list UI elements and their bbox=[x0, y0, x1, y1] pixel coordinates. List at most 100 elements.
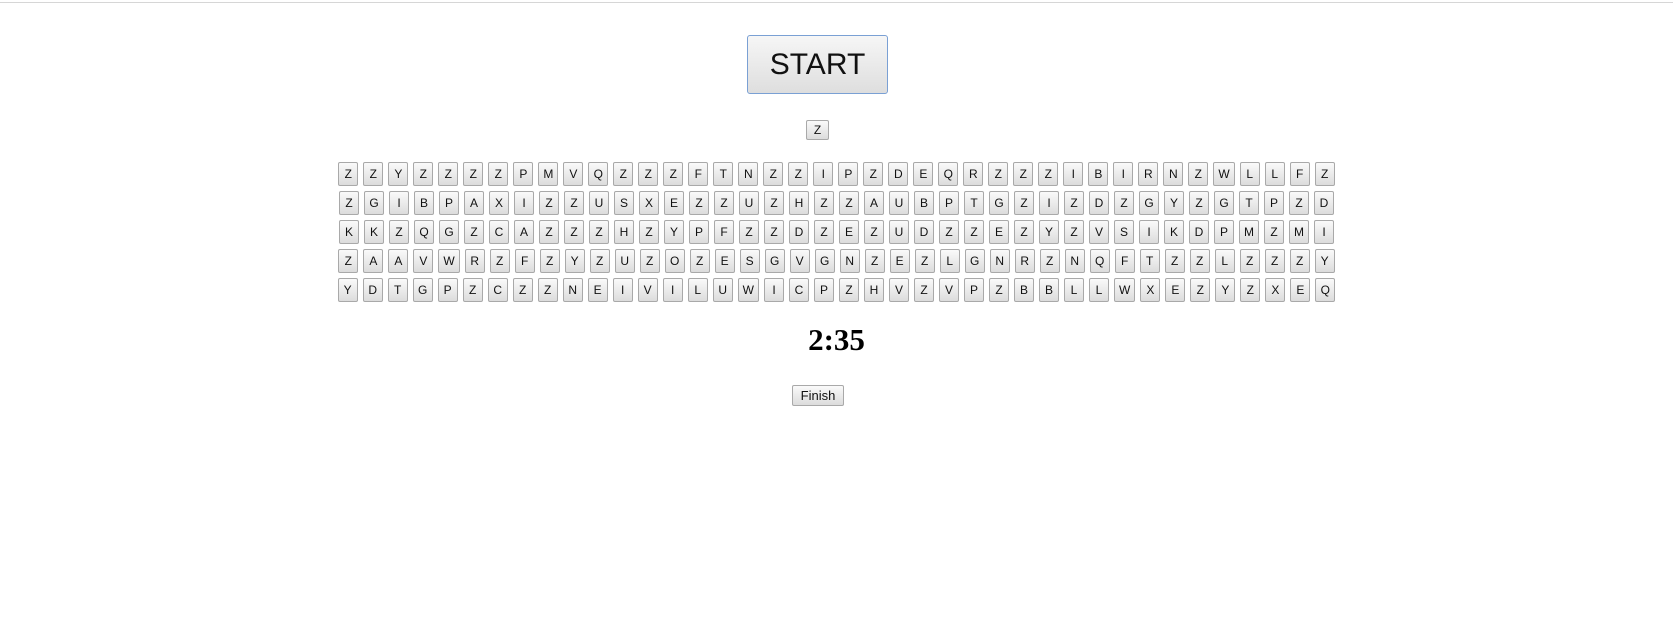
letter-key[interactable]: Z bbox=[1064, 191, 1084, 215]
letter-key[interactable]: L bbox=[1239, 162, 1260, 186]
letter-key[interactable]: P bbox=[964, 278, 984, 302]
letter-key[interactable]: W bbox=[1213, 162, 1235, 186]
letter-key[interactable]: I bbox=[1314, 220, 1334, 244]
letter-key[interactable]: F bbox=[514, 249, 535, 273]
letter-key[interactable]: E bbox=[989, 220, 1009, 244]
target-letter-button[interactable]: Z bbox=[806, 120, 829, 140]
letter-key[interactable]: N bbox=[562, 278, 583, 302]
letter-key[interactable]: Z bbox=[363, 162, 384, 186]
letter-key[interactable]: Z bbox=[438, 162, 459, 186]
letter-key[interactable]: Y bbox=[1164, 191, 1184, 215]
letter-key[interactable]: Z bbox=[413, 162, 434, 186]
letter-key[interactable]: G bbox=[412, 278, 433, 302]
letter-key[interactable]: Y bbox=[388, 162, 409, 186]
letter-key[interactable]: U bbox=[889, 191, 909, 215]
letter-key[interactable]: Z bbox=[488, 162, 509, 186]
letter-key[interactable]: C bbox=[489, 220, 509, 244]
letter-key[interactable]: Z bbox=[1013, 162, 1034, 186]
letter-key[interactable]: B bbox=[1039, 278, 1059, 302]
letter-key[interactable]: D bbox=[914, 220, 934, 244]
letter-key[interactable]: U bbox=[739, 191, 759, 215]
letter-key[interactable]: Z bbox=[339, 191, 359, 215]
letter-key[interactable]: K bbox=[339, 220, 359, 244]
letter-key[interactable]: A bbox=[363, 249, 384, 273]
letter-key[interactable]: E bbox=[664, 191, 684, 215]
letter-key[interactable]: V bbox=[889, 278, 909, 302]
letter-key[interactable]: E bbox=[714, 249, 735, 273]
letter-key[interactable]: Z bbox=[1289, 249, 1310, 273]
letter-key[interactable]: Q bbox=[414, 220, 434, 244]
letter-key[interactable]: V bbox=[1089, 220, 1109, 244]
letter-key[interactable]: Z bbox=[1014, 191, 1034, 215]
letter-key[interactable]: T bbox=[964, 191, 984, 215]
letter-key[interactable]: Z bbox=[338, 162, 359, 186]
letter-key[interactable]: I bbox=[764, 278, 784, 302]
letter-key[interactable]: Y bbox=[664, 220, 684, 244]
letter-key[interactable]: V bbox=[637, 278, 658, 302]
letter-key[interactable]: H bbox=[864, 278, 884, 302]
letter-key[interactable]: A bbox=[864, 191, 884, 215]
letter-key[interactable]: Z bbox=[1190, 278, 1211, 302]
letter-key[interactable]: I bbox=[1063, 162, 1084, 186]
letter-key[interactable]: D bbox=[1314, 191, 1334, 215]
letter-key[interactable]: Y bbox=[337, 278, 358, 302]
letter-key[interactable]: N bbox=[738, 162, 759, 186]
letter-key[interactable]: W bbox=[1114, 278, 1136, 302]
letter-key[interactable]: P bbox=[814, 278, 834, 302]
letter-key[interactable]: Z bbox=[714, 191, 734, 215]
letter-key[interactable]: I bbox=[612, 278, 633, 302]
letter-key[interactable]: T bbox=[387, 278, 408, 302]
letter-key[interactable]: N bbox=[1163, 162, 1184, 186]
letter-key[interactable]: A bbox=[464, 191, 484, 215]
letter-key[interactable]: Z bbox=[539, 191, 559, 215]
letter-key[interactable]: Z bbox=[689, 249, 710, 273]
letter-key[interactable]: F bbox=[1289, 162, 1310, 186]
letter-key[interactable]: M bbox=[1239, 220, 1259, 244]
letter-key[interactable]: Z bbox=[1264, 220, 1284, 244]
letter-key[interactable]: Z bbox=[638, 162, 659, 186]
letter-key[interactable]: Z bbox=[1039, 249, 1060, 273]
letter-key[interactable]: P bbox=[437, 278, 458, 302]
letter-key[interactable]: L bbox=[1264, 162, 1285, 186]
letter-key[interactable]: D bbox=[1189, 220, 1209, 244]
letter-key[interactable]: L bbox=[939, 249, 960, 273]
letter-key[interactable]: Y bbox=[1215, 278, 1236, 302]
letter-key[interactable]: Z bbox=[539, 220, 559, 244]
letter-key[interactable]: Z bbox=[739, 220, 759, 244]
letter-key[interactable]: G bbox=[364, 191, 384, 215]
letter-key[interactable]: Y bbox=[1039, 220, 1059, 244]
letter-key[interactable]: D bbox=[789, 220, 809, 244]
letter-key[interactable]: F bbox=[714, 220, 734, 244]
letter-key[interactable]: Z bbox=[489, 249, 510, 273]
letter-key[interactable]: V bbox=[563, 162, 584, 186]
letter-key[interactable]: Z bbox=[613, 162, 634, 186]
letter-key[interactable]: M bbox=[1289, 220, 1309, 244]
letter-key[interactable]: Z bbox=[839, 278, 859, 302]
letter-key[interactable]: W bbox=[737, 278, 759, 302]
letter-key[interactable]: Z bbox=[1188, 162, 1209, 186]
letter-key[interactable]: Z bbox=[639, 249, 660, 273]
letter-key[interactable]: M bbox=[538, 162, 559, 186]
letter-key[interactable]: Z bbox=[764, 191, 784, 215]
letter-key[interactable]: E bbox=[839, 220, 859, 244]
letter-key[interactable]: Z bbox=[839, 191, 859, 215]
letter-key[interactable]: C bbox=[789, 278, 809, 302]
letter-key[interactable]: K bbox=[1164, 220, 1184, 244]
letter-key[interactable]: E bbox=[889, 249, 910, 273]
letter-key[interactable]: X bbox=[489, 191, 509, 215]
letter-key[interactable]: I bbox=[813, 162, 834, 186]
letter-key[interactable]: Z bbox=[1189, 249, 1210, 273]
letter-key[interactable]: Z bbox=[539, 249, 560, 273]
letter-key[interactable]: Y bbox=[1314, 249, 1335, 273]
letter-key[interactable]: U bbox=[614, 249, 635, 273]
letter-key[interactable]: I bbox=[389, 191, 409, 215]
letter-key[interactable]: Z bbox=[639, 220, 659, 244]
letter-key[interactable]: N bbox=[1064, 249, 1085, 273]
letter-key[interactable]: I bbox=[1139, 220, 1159, 244]
letter-key[interactable]: X bbox=[639, 191, 659, 215]
letter-key[interactable]: Z bbox=[939, 220, 959, 244]
letter-key[interactable]: Z bbox=[1289, 191, 1309, 215]
letter-key[interactable]: Q bbox=[1089, 249, 1110, 273]
letter-key[interactable]: S bbox=[1114, 220, 1134, 244]
letter-key[interactable]: Z bbox=[663, 162, 684, 186]
